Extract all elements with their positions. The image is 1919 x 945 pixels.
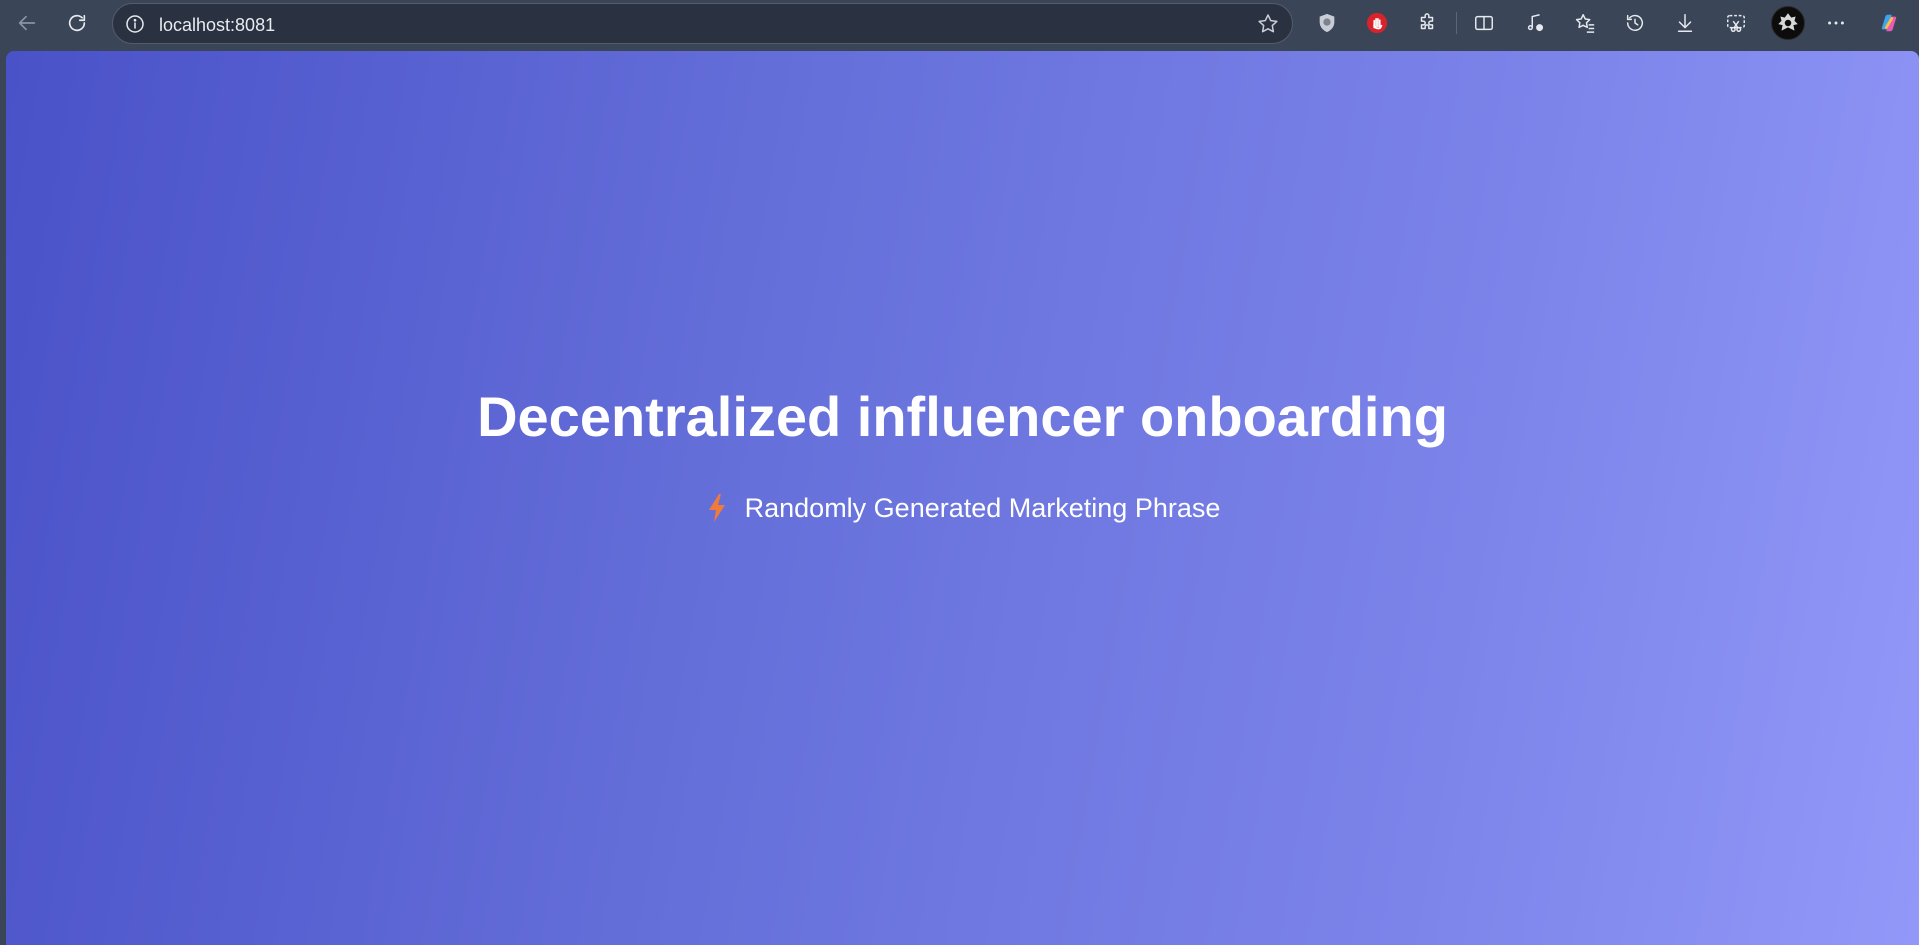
screenshot-button[interactable] <box>1719 6 1753 40</box>
screenshot-scissors-icon <box>1727 14 1745 32</box>
profile-avatar[interactable] <box>1771 6 1805 40</box>
lightning-bolt-icon <box>708 494 725 522</box>
back-arrow-icon <box>18 15 36 31</box>
page-title: Decentralized influencer onboarding <box>477 385 1448 448</box>
subtitle-row: Randomly Generated Marketing Phrase <box>6 491 1919 525</box>
copilot-icon <box>1881 14 1897 32</box>
marketing-phrase: Randomly Generated Marketing Phrase <box>744 493 1221 523</box>
media-button[interactable] <box>1518 6 1552 40</box>
browser-toolbar: localhost:8081 <box>0 0 1919 46</box>
shield-icon <box>1319 13 1335 33</box>
favorite-star-icon[interactable] <box>1256 12 1280 36</box>
history-button[interactable] <box>1618 6 1652 40</box>
history-clock-icon <box>1626 14 1644 31</box>
more-dots-icon <box>1828 21 1844 25</box>
url-text[interactable]: localhost:8081 <box>159 14 275 36</box>
extensions-button[interactable] <box>1410 6 1444 40</box>
reload-icon <box>68 14 86 32</box>
favorites-list-icon <box>1575 14 1595 33</box>
shield-extension-button[interactable] <box>1310 6 1344 40</box>
more-menu-button[interactable] <box>1819 6 1853 40</box>
site-info-icon[interactable] <box>125 14 145 34</box>
download-icon <box>1677 14 1693 32</box>
downloads-button[interactable] <box>1668 6 1702 40</box>
back-button[interactable] <box>10 6 44 40</box>
music-note-icon <box>1527 14 1544 32</box>
split-screen-button[interactable] <box>1467 6 1501 40</box>
address-bar[interactable]: localhost:8081 <box>112 3 1293 44</box>
favorites-button[interactable] <box>1568 6 1602 40</box>
adblock-extension-button[interactable] <box>1360 6 1394 40</box>
reload-button[interactable] <box>60 6 94 40</box>
split-screen-icon <box>1475 15 1493 31</box>
stop-hand-icon <box>1366 12 1388 34</box>
avatar-emblem-icon <box>1778 13 1798 31</box>
toolbar-divider <box>1456 12 1457 34</box>
copilot-button[interactable] <box>1872 6 1906 40</box>
page-viewport: Decentralized influencer onboarding Rand… <box>6 51 1919 945</box>
puzzle-piece-icon <box>1420 13 1434 30</box>
